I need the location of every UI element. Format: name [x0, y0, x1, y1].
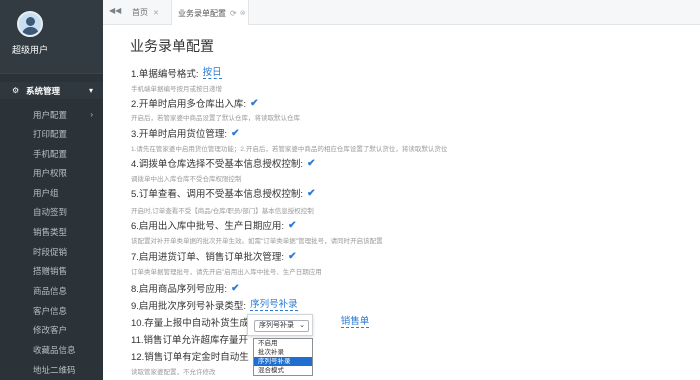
setting-5: 5.订单查看、调用不受基本信息授权控制: ✔ [131, 186, 315, 201]
option-mixed[interactable]: 混合模式 [254, 366, 312, 375]
check-icon[interactable]: ✔ [288, 220, 296, 231]
setting-description: 开启时,订单查看不受【商品/仓库/职员/部门】基本信息授权控制 [131, 208, 314, 215]
order-number-format-link[interactable]: 按日 [202, 67, 222, 79]
sidebar-item-label: 用户权限 [33, 167, 68, 178]
sidebar-item-time-promotion[interactable]: 时段促销 [0, 243, 103, 260]
serial-type-options: 不启用 批次补录 序列号补录 混合模式 [253, 338, 313, 376]
sidebar-item-print-config[interactable]: 打印配置 [0, 125, 103, 142]
sidebar-item-label: 地址二维码 [33, 364, 76, 375]
setting-description: 1.请先在管家婆中启用货位管理功能；2.开启后，若管家婆中商品的相应仓库设置了默… [131, 146, 448, 153]
setting-6: 6.启用出入库中批号、生产日期应用: ✔ [131, 218, 296, 233]
setting-description: 手机端单据编号按月或按日递增 [131, 86, 222, 93]
setting-label: 11.销售订单允许超库存量开 [131, 335, 249, 346]
sidebar-item-label: 商品信息 [33, 285, 68, 296]
setting-label: 7.启用进货订单、销售订单批次管理: [131, 252, 285, 263]
check-icon[interactable]: ✔ [307, 188, 315, 199]
setting-description: 开启后，若管家婆中商品设置了默认仓库，将读取默认仓库 [131, 115, 300, 122]
user-profile: 超级用户 [0, 0, 103, 74]
setting-7: 7.启用进货订单、销售订单批次管理: ✔ [131, 249, 296, 264]
setting-4: 4.调拨单仓库选择不受基本信息授权控制: ✔ [131, 156, 315, 171]
sidebar-item-label: 用户组 [33, 187, 59, 198]
chevron-down-icon: ▾ [88, 86, 93, 95]
sidebar-item-sales-type[interactable]: 销售类型 [0, 223, 103, 240]
setting-description: 调拨单中出入库仓库不受仓库权限控制 [131, 176, 242, 183]
sidebar-item-label: 手机配置 [33, 148, 68, 159]
sidebar-item-label: 时段促销 [33, 246, 68, 257]
setting-label: 2.开单时启用多仓库出入库: [131, 99, 247, 110]
sidebar-item-address-qrcode[interactable]: 地址二维码 [0, 361, 103, 378]
setting-9: 9.启用批次序列号补录类型: 序列号补录 [131, 298, 298, 312]
sidebar: 超级用户 ⚙ 系统管理 ▾ 用户配置 › 打印配置 手机配置 用户权限 用户组 … [0, 0, 103, 380]
setting-label: 1.单据编号格式: [131, 69, 199, 80]
page-title: 业务录单配置 [130, 38, 214, 54]
setting-description: 订单类单据管理批号，请先开启"启用出入库中批号、生产日期应用 [131, 269, 322, 276]
menu-group-label: 系统管理 [26, 85, 61, 96]
main-content: 业务录单配置 1.单据编号格式: 按日 手机端单据编号按月或按日递增 2.开单时… [103, 25, 700, 380]
sidebar-item-label: 自动签到 [33, 206, 68, 217]
sidebar-item-label: 用户配置 [33, 109, 68, 120]
sidebar-item-label: 打印配置 [33, 128, 68, 139]
setting-label: 6.启用出入库中批号、生产日期应用: [131, 221, 285, 232]
sidebar-item-customer-info[interactable]: 客户信息 [0, 302, 103, 319]
option-serial[interactable]: 序列号补录 [254, 357, 312, 366]
cogs-icon: ⚙ [12, 86, 20, 95]
tab-home[interactable]: 首页 ✕ [132, 0, 169, 25]
sidebar-item-user-config[interactable]: 用户配置 › [0, 106, 103, 123]
select-value: 序列号补录 [259, 322, 294, 329]
tab-bar: ◀◀ 首页 ✕ 业务录单配置 ⟳ ⊗ [103, 0, 700, 26]
option-batch[interactable]: 批次补录 [254, 348, 312, 357]
setting-description: 该配置对补开单类单据的批次开单生效。如需"订单类单据"管理批号，请同时开启该配置 [131, 238, 383, 245]
tab-label: 首页 [132, 8, 148, 17]
chevron-right-icon: › [90, 110, 93, 119]
tab-label: 业务录单配置 [178, 8, 226, 18]
serial-number-type-link[interactable]: 序列号补录 [250, 299, 298, 311]
sidebar-item-product-info[interactable]: 商品信息 [0, 282, 103, 299]
setting-3: 3.开单时启用货位管理: ✔ [131, 126, 239, 141]
option-disabled[interactable]: 不启用 [254, 339, 312, 348]
username: 超级用户 [12, 45, 49, 55]
serial-type-popover: 序列号补录 ⌄ [247, 314, 313, 336]
setting-label: 12.销售订单有定金时自动生 [131, 352, 249, 363]
setting-label: 5.订单查看、调用不受基本信息授权控制: [131, 189, 304, 200]
close-icon[interactable]: ✕ [153, 9, 159, 17]
setting-description: 读取管家婆配置，不允许修改 [131, 369, 216, 376]
setting-label: 4.调拨单仓库选择不受基本信息授权控制: [131, 159, 304, 170]
close-circle-icon[interactable]: ⊗ [240, 9, 246, 17]
setting-label: 3.开单时启用货位管理: [131, 129, 228, 140]
setting-label: 8.启用商品序列号应用: [131, 284, 228, 295]
auto-replenish-link[interactable]: 销售单 [340, 316, 370, 328]
setting-label: 10.存量上报中自动补货生成 [131, 318, 249, 329]
sidebar-item-label: 搭赠销售 [33, 265, 68, 276]
check-icon[interactable]: ✔ [250, 98, 258, 109]
sidebar-item-label: 客户信息 [33, 305, 68, 316]
sidebar-item-bundle-sales[interactable]: 搭赠销售 [0, 262, 103, 279]
setting-label: 9.启用批次序列号补录类型: [131, 301, 247, 312]
sidebar-item-label: 收藏品信息 [33, 344, 76, 355]
sidebar-item-edit-customer[interactable]: 修改客户 [0, 321, 103, 338]
back-arrows-icon[interactable]: ◀◀ [109, 6, 121, 15]
setting-8: 8.启用商品序列号应用: ✔ [131, 281, 239, 296]
setting-1: 1.单据编号格式: 按日 [131, 66, 222, 80]
check-icon[interactable]: ✔ [231, 128, 239, 139]
avatar[interactable] [17, 11, 43, 37]
sidebar-item-user-permissions[interactable]: 用户权限 [0, 164, 103, 181]
tab-business-order-config[interactable]: 业务录单配置 ⟳ ⊗ [171, 0, 249, 26]
chevron-down-icon: ⌄ [299, 322, 305, 329]
sidebar-item-auto-checkin[interactable]: 自动签到 [0, 203, 103, 220]
check-icon[interactable]: ✔ [231, 283, 239, 294]
check-icon[interactable]: ✔ [307, 158, 315, 169]
setting-2: 2.开单时启用多仓库出入库: ✔ [131, 96, 258, 111]
check-icon[interactable]: ✔ [288, 251, 296, 262]
setting-11: 11.销售订单允许超库存量开 [131, 332, 248, 346]
sidebar-item-label: 销售类型 [33, 226, 68, 237]
sidebar-item-mobile-config[interactable]: 手机配置 [0, 145, 103, 162]
setting-12: 12.销售订单有定金时自动生 [131, 349, 249, 363]
refresh-icon[interactable]: ⟳ [230, 9, 237, 18]
menu-group-system-management[interactable]: ⚙ 系统管理 ▾ [0, 82, 103, 99]
sidebar-item-collectible-info[interactable]: 收藏品信息 [0, 341, 103, 358]
sidebar-item-label: 修改客户 [33, 324, 68, 335]
sidebar-item-user-group[interactable]: 用户组 [0, 184, 103, 201]
serial-type-select[interactable]: 序列号补录 ⌄ [254, 320, 309, 332]
